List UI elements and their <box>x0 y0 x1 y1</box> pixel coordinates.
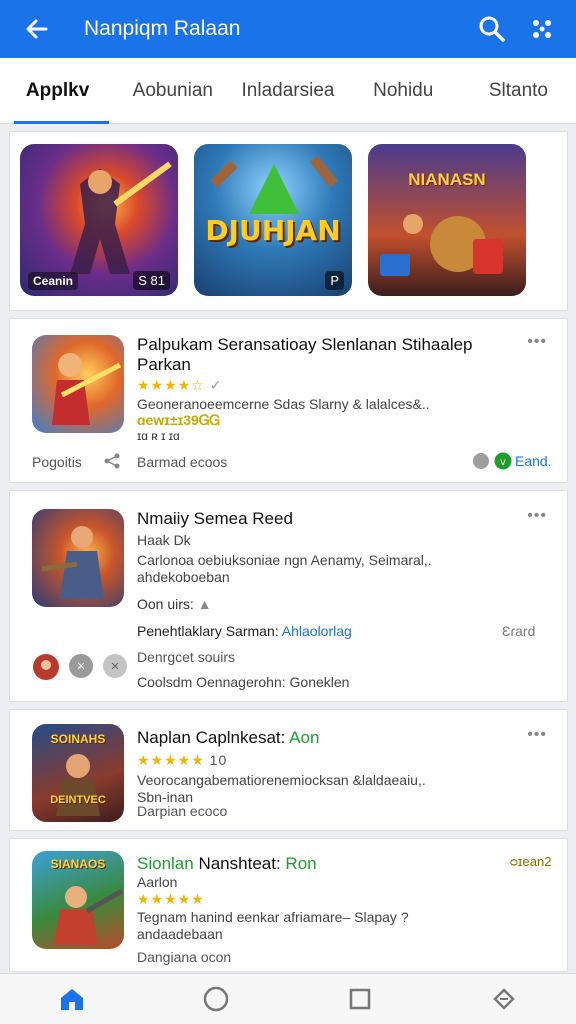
featured-label-left: Ceanin <box>28 272 79 290</box>
icon-tag-4: SIANAOS <box>50 857 106 871</box>
app-desc-4: Tegnam hanind eenkar afriamare– Slapay ?… <box>137 909 409 942</box>
svg-text:✕: ✕ <box>76 660 85 673</box>
rating-stars: ★★★★☆ ✓ <box>137 377 223 393</box>
grid-dots-icon[interactable] <box>526 13 558 45</box>
featured-game-3[interactable]: NIANASN <box>368 144 526 296</box>
more-icon[interactable]: ••• <box>527 507 547 525</box>
app-title-3: Naplan Caplnkesat: Aon <box>137 728 320 747</box>
search-icon[interactable] <box>476 13 508 45</box>
circle-icon[interactable] <box>196 979 236 1019</box>
install-check-icon[interactable]: v <box>494 452 512 475</box>
rating-stars: ★★★★★ 10 <box>137 752 228 768</box>
featured-banner: NIANASN <box>408 170 486 189</box>
app-card-1[interactable]: Palpukam Seransatioay Slenlanan Stihaale… <box>9 318 568 483</box>
square-icon[interactable] <box>340 979 380 1019</box>
bottom-nav <box>0 973 576 1024</box>
featured-label-right: S 81 <box>133 271 170 290</box>
icon-tag-3b: DEINTVEC <box>50 794 106 806</box>
app-extra-2: Oon uirs: ▲ <box>137 596 212 612</box>
svg-text:v: v <box>500 457 506 468</box>
app-card-4[interactable]: SIANAOS Sionlan Nanshteat: Ron ᴑɪean2 Aa… <box>9 838 568 972</box>
app-desc-2: Carlonoa oebiuksoniae ngn Aenamy, Seimar… <box>137 552 432 585</box>
app-footer-3: Darpian ecoco <box>137 803 228 819</box>
app-title-4: Sionlan Nanshteat: Ron <box>137 854 317 873</box>
more-icon[interactable]: ••• <box>527 726 547 744</box>
app-icon-4: SIANAOS <box>32 851 124 949</box>
more-icon[interactable]: ••• <box>527 333 547 351</box>
app-bottom-2: Coolsdm Oennagerohn: Goneklen <box>137 674 350 690</box>
tab-2[interactable]: Aobunian <box>115 58 230 124</box>
diamond-icon[interactable] <box>484 979 524 1019</box>
share-icon[interactable] <box>102 452 122 475</box>
home-icon[interactable] <box>52 979 92 1019</box>
footer-left-1: Pogoitis <box>32 454 82 470</box>
app-label-line-2: Penehtlaklary Sarman: Ahlaolorlag <box>137 623 352 639</box>
featured-big-title: DJUHJAN <box>205 214 341 247</box>
tab-3[interactable]: Inladarsiea <box>230 58 345 124</box>
app-icon-1 <box>32 335 124 433</box>
app-badge-2: Ɛɾard <box>502 623 536 639</box>
arrow-left-icon[interactable] <box>22 14 52 44</box>
app-bar: Nanpiqm Ralaan <box>0 0 576 58</box>
featured-carousel: Ceanin S 81 DJUHJAN P NIANASN <box>9 131 568 311</box>
app-badge-4: ᴑɪean2 <box>510 854 552 869</box>
tab-apps[interactable]: Applkv <box>0 58 115 124</box>
app-price-1: ɑewɪ±ɪ39ᏀᏀ <box>137 412 220 428</box>
app-title: Nanpiqm Ralaan <box>84 17 241 40</box>
tab-bar: Applkv Aobunian Inladarsiea Nohidu Sltan… <box>0 58 576 124</box>
svg-text:✕: ✕ <box>110 660 119 673</box>
app-card-3[interactable]: SOINAHS DEINTVEC Naplan Caplnkesat: Aon … <box>9 709 568 831</box>
app-icon-2 <box>32 509 124 607</box>
app-card-2[interactable]: Nmaiiy Semea Reed ••• Haak Dk Carlonoa o… <box>9 490 568 702</box>
footer-mid-1: Barmad ecoos <box>137 454 228 470</box>
featured-game-2[interactable]: DJUHJAN P <box>194 144 352 296</box>
app-meta-1: ɪɑ ʀ ɪ ɪɑ <box>137 429 180 443</box>
app-sub-4: Aarlon <box>137 874 178 890</box>
rating-stars: ★★★★★ <box>137 891 205 907</box>
app-footer-4: Dangiana ocon <box>137 949 232 965</box>
app-title-1: Palpukam Seransatioay Slenlanan Stihaale… <box>137 335 473 374</box>
app-mid-2: Denrgcet souirs <box>137 649 236 665</box>
app-desc-1: Geoneranoeemcerne Sdas Slarny & lalalces… <box>137 396 430 412</box>
app-icon-3: SOINAHS DEINTVEC <box>32 724 124 822</box>
app-sub-2: Haak Dk <box>137 532 191 548</box>
tab-5[interactable]: Sltanto <box>461 58 576 124</box>
app-desc-3: Veorocangabematiorenemiocksan &laldaeaiu… <box>137 772 426 805</box>
app-link-2[interactable]: Ahlaolorlag <box>282 623 352 639</box>
stat-icon-2: ✕ <box>102 653 128 684</box>
stat-icon-1: ✕ <box>68 653 94 684</box>
heart-icon[interactable] <box>472 452 490 475</box>
tab-4[interactable]: Nohidu <box>346 58 461 124</box>
featured-game-1[interactable]: Ceanin S 81 <box>20 144 178 296</box>
featured-label-right-2: P <box>325 271 344 290</box>
avatar[interactable] <box>32 653 60 686</box>
app-title-2: Nmaiiy Semea Reed <box>137 509 293 528</box>
footer-right-1[interactable]: Eand. <box>515 453 552 469</box>
icon-tag-3: SOINAHS <box>50 732 106 746</box>
